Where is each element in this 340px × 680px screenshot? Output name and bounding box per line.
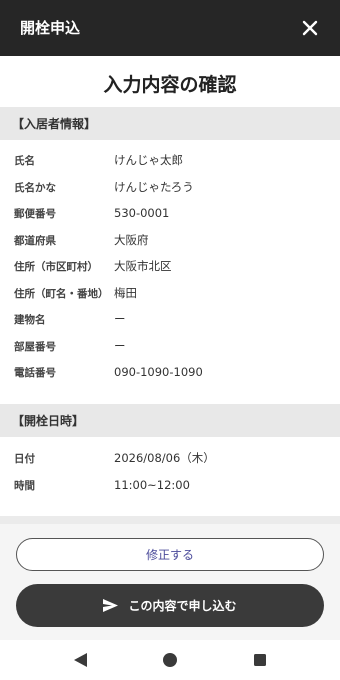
info-row-name: 氏名 けんじゃ太郎 (0, 147, 340, 173)
info-row-city: 住所（市区町村） 大阪市北区 (0, 253, 340, 279)
row-label: 郵便番号 (14, 207, 56, 220)
row-value: 530-0001 (114, 206, 170, 220)
info-row-building: 建物名 ー (0, 306, 340, 332)
recents-icon (254, 654, 266, 666)
row-label: 時間 (14, 479, 35, 492)
row-label: 氏名かな (14, 181, 56, 194)
send-icon (103, 599, 119, 612)
row-value: けんじゃ太郎 (114, 153, 183, 167)
section-header-resident: 【入居者情報】 (0, 107, 340, 140)
row-label: 建物名 (14, 313, 46, 326)
row-value: ー (114, 339, 126, 353)
system-nav-bar (0, 640, 340, 680)
app-bar: 開栓申込 (0, 0, 340, 56)
row-label: 都道府県 (14, 234, 56, 247)
info-row-room-number: 部屋番号 ー (0, 333, 340, 359)
info-row-street: 住所（町名・番地） 梅田 (0, 280, 340, 306)
row-value: 大阪市北区 (114, 259, 172, 273)
edit-button[interactable]: 修正する (16, 538, 324, 571)
submit-button[interactable]: この内容で申し込む (16, 584, 324, 627)
section-header-schedule: 【開栓日時】 (0, 404, 340, 437)
row-value: ー (114, 312, 126, 326)
row-label: 氏名 (14, 154, 35, 167)
row-label: 住所（町名・番地） (14, 287, 109, 300)
close-icon (302, 20, 318, 36)
home-icon (163, 653, 177, 667)
confirmation-page: 入力内容の確認 【入居者情報】 氏名 けんじゃ太郎 氏名かな けんじゃたろう 郵… (0, 56, 340, 526)
recents-button[interactable] (250, 650, 270, 670)
info-row-phone: 電話番号 090-1090-1090 (0, 359, 340, 385)
back-icon (73, 653, 87, 667)
app-bar-title: 開栓申込 (20, 19, 81, 37)
row-value: 梅田 (114, 286, 137, 300)
home-button[interactable] (160, 650, 180, 670)
row-label: 電話番号 (14, 366, 56, 379)
row-label: 日付 (14, 452, 35, 465)
row-value: 大阪府 (114, 233, 149, 247)
info-row-postal-code: 郵便番号 530-0001 (0, 200, 340, 226)
row-label: 部屋番号 (14, 340, 56, 353)
info-row-time: 時間 11:00~12:00 (0, 472, 340, 498)
info-row-name-kana: 氏名かな けんじゃたろう (0, 174, 340, 200)
row-value: 090-1090-1090 (114, 365, 203, 379)
back-button[interactable] (70, 650, 90, 670)
action-area: 修正する この内容で申し込む (0, 524, 340, 640)
divider (0, 516, 340, 524)
submit-button-label: この内容で申し込む (128, 599, 237, 613)
close-button[interactable] (294, 12, 326, 44)
row-label: 住所（市区町村） (14, 260, 98, 273)
info-row-prefecture: 都道府県 大阪府 (0, 227, 340, 253)
page-title: 入力内容の確認 (103, 74, 237, 96)
row-value: 2026/08/06（木） (114, 451, 215, 465)
info-row-date: 日付 2026/08/06（木） (0, 445, 340, 471)
row-value: けんじゃたろう (114, 180, 194, 194)
row-value: 11:00~12:00 (114, 478, 190, 492)
